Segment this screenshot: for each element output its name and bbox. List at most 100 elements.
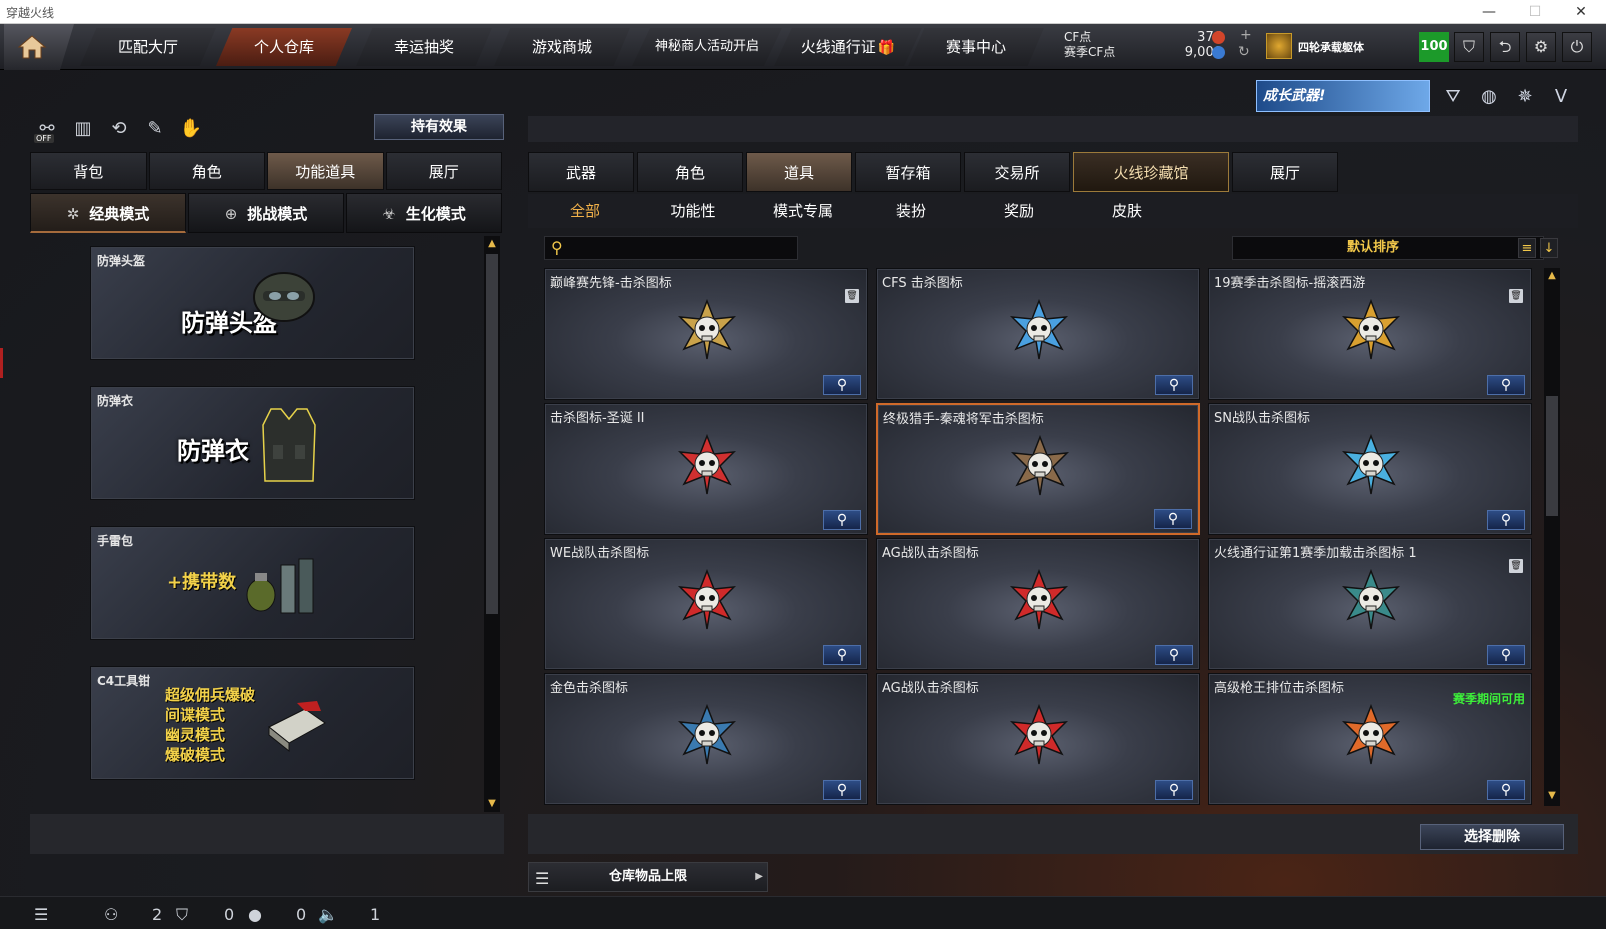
- scroll-thumb[interactable]: [1546, 396, 1558, 516]
- mode-tab-challenge[interactable]: ⊕ 挑战模式: [188, 193, 344, 233]
- trash-icon[interactable]: 🗑: [1509, 289, 1523, 303]
- history-icon[interactable]: ⟲: [106, 116, 132, 142]
- sort-direction-icon[interactable]: ↓: [1540, 238, 1558, 258]
- held-effects-button[interactable]: 持有效果: [374, 114, 504, 140]
- nav-tab-events[interactable]: 赛事中心: [908, 28, 1044, 66]
- mode-tab-zombie[interactable]: ☣ 生化模式: [346, 193, 502, 233]
- select-delete-button[interactable]: 选择删除: [1420, 824, 1564, 850]
- nav-tab-battle-pass[interactable]: 火线通行证 🎁: [774, 28, 922, 66]
- left-tab-bag[interactable]: 背包: [30, 152, 147, 190]
- clan-shield-icon[interactable]: ⛉: [176, 905, 188, 925]
- inv-tab-showroom[interactable]: 展厅: [1232, 152, 1338, 192]
- magnify-icon[interactable]: ⚲: [1155, 780, 1193, 800]
- minimize-icon[interactable]: —: [1466, 0, 1512, 24]
- right-scrollbar[interactable]: ▲ ▼: [1544, 268, 1560, 806]
- add-icon[interactable]: +: [1240, 27, 1252, 43]
- magnify-icon[interactable]: ⚲: [1155, 375, 1193, 395]
- maximize-icon[interactable]: ☐: [1512, 0, 1558, 24]
- filter-tab-skin[interactable]: 皮肤: [1082, 194, 1172, 228]
- clan-emblem-icon[interactable]: [1266, 33, 1292, 59]
- kill-icon-card[interactable]: SN战队击杀图标 ⚲: [1208, 403, 1532, 535]
- trash-icon[interactable]: 🗑: [845, 289, 859, 303]
- scroll-down-icon[interactable]: ▼: [1546, 790, 1558, 802]
- kill-icon-card[interactable]: WE战队击杀图标 ⚲: [544, 538, 868, 670]
- kill-icon-card[interactable]: 巅峰赛先锋-击杀图标 🗑 ⚲: [544, 268, 868, 400]
- mode-tab-classic[interactable]: ✲ 经典模式: [30, 193, 186, 233]
- search-input[interactable]: [573, 239, 793, 257]
- volume-icon[interactable]: 🔈: [318, 905, 338, 924]
- magnify-icon[interactable]: ⚲: [1487, 375, 1525, 395]
- power-icon[interactable]: ⏻: [1562, 32, 1592, 62]
- chat-icon[interactable]: ●: [248, 905, 262, 924]
- scroll-up-icon[interactable]: ▲: [1546, 270, 1558, 282]
- inv-tab-storage-box[interactable]: 暂存箱: [855, 152, 961, 192]
- left-tab-function-items[interactable]: 功能道具: [267, 152, 384, 190]
- nav-tab-lucky-draw[interactable]: 幸运抽奖: [356, 28, 492, 66]
- kill-icon-card[interactable]: AG战队击杀图标 ⚲: [876, 538, 1200, 670]
- nav-tab-mystery-merchant[interactable]: 神秘商人活动开启: [632, 28, 782, 66]
- gear-icon[interactable]: ⚙: [1526, 32, 1556, 62]
- inv-tab-weapons[interactable]: 武器: [528, 152, 634, 192]
- filter-tab-mode-exclusive[interactable]: 模式专属: [758, 194, 848, 228]
- left-tab-showroom[interactable]: 展厅: [385, 152, 502, 190]
- kill-icon-card[interactable]: 金色击杀图标 ⚲: [544, 673, 868, 805]
- nav-tab-shop[interactable]: 游戏商城: [494, 28, 630, 66]
- kill-icon-card[interactable]: 击杀图标-圣诞 II ⚲: [544, 403, 868, 535]
- wing-icon[interactable]: ✵: [1512, 84, 1538, 110]
- item-card-c4-pliers[interactable]: C4工具钳 超级佣兵爆破 间谍模式 幽灵模式 爆破模式: [90, 666, 415, 780]
- magnify-icon[interactable]: ⚲: [823, 645, 861, 665]
- inv-tab-items[interactable]: 道具: [746, 152, 852, 192]
- badge-icon[interactable]: ⛛: [1440, 84, 1466, 110]
- magnify-icon[interactable]: ⚲: [1155, 645, 1193, 665]
- level-badge[interactable]: 100: [1419, 32, 1449, 62]
- refresh-icon[interactable]: ↻: [1238, 44, 1250, 60]
- magnify-icon[interactable]: ⚲: [1487, 780, 1525, 800]
- left-scrollbar[interactable]: ▲ ▼: [484, 236, 500, 812]
- trash-icon[interactable]: 🗑: [1509, 559, 1523, 573]
- list-view-icon[interactable]: ≡: [1518, 238, 1536, 258]
- left-tab-character[interactable]: 角色: [148, 152, 265, 190]
- kill-icon-card[interactable]: AG战队击杀图标 ⚲: [876, 673, 1200, 805]
- filter-tab-functional[interactable]: 功能性: [648, 194, 738, 228]
- close-icon[interactable]: ✕: [1558, 0, 1604, 24]
- magnify-icon[interactable]: ⚲: [823, 510, 861, 530]
- scroll-thumb[interactable]: [486, 254, 498, 614]
- kill-icon-card[interactable]: 高级枪王排位击杀图标 赛季期间可用 ⚲: [1208, 673, 1532, 805]
- return-icon[interactable]: ⮌: [1490, 32, 1520, 62]
- scroll-down-icon[interactable]: ▼: [486, 798, 498, 810]
- item-card-helmet[interactable]: 防弹头盔 防弹头盔: [90, 246, 415, 360]
- inv-tab-exchange[interactable]: 交易所: [964, 152, 1070, 192]
- filter-tab-reward[interactable]: 奖励: [974, 194, 1064, 228]
- sort-dropdown[interactable]: 默认排序: [1232, 236, 1544, 260]
- item-card-vest[interactable]: 防弹衣 防弹衣: [90, 386, 415, 500]
- growth-weapon-banner[interactable]: 成长武器!: [1256, 80, 1430, 112]
- mode-tab-challenge-label: 挑战模式: [247, 205, 308, 223]
- grenade-icon[interactable]: ✋: [178, 116, 204, 142]
- item-card-grenade-pack[interactable]: 手雷包 +携带数: [90, 526, 415, 640]
- kill-icon-card[interactable]: 火线通行证第1赛季加载击杀图标 1 🗑 ⚲: [1208, 538, 1532, 670]
- kill-icon-card[interactable]: 19赛季击杀图标-摇滚西游 🗑 ⚲: [1208, 268, 1532, 400]
- stats-icon[interactable]: ▥: [70, 116, 96, 142]
- magnify-icon[interactable]: ⚲: [1487, 645, 1525, 665]
- kill-icon-card[interactable]: CFS 击杀图标 ⚲: [876, 268, 1200, 400]
- inv-tab-collection[interactable]: 火线珍藏馆: [1073, 152, 1229, 192]
- filter-tab-all[interactable]: 全部: [540, 194, 630, 228]
- nav-tab-inventory[interactable]: 个人仓库: [216, 28, 352, 66]
- capacity-limit-button[interactable]: ☰ 仓库物品上限 ▶: [528, 862, 768, 892]
- magnify-icon[interactable]: ⚲: [823, 780, 861, 800]
- nav-tab-match-hall[interactable]: 匹配大厅: [80, 28, 216, 66]
- home-button[interactable]: [4, 24, 74, 70]
- globe-icon[interactable]: ◍: [1476, 84, 1502, 110]
- magnify-icon[interactable]: ⚲: [1154, 509, 1192, 529]
- magnify-icon[interactable]: ⚲: [1487, 510, 1525, 530]
- inv-tab-characters[interactable]: 角色: [637, 152, 743, 192]
- kill-icon-card[interactable]: 终极猎手-秦魂将军击杀图标 ⚲: [876, 403, 1200, 535]
- paint-icon[interactable]: ✎: [142, 116, 168, 142]
- scroll-up-icon[interactable]: ▲: [486, 238, 498, 250]
- menu-list-icon[interactable]: ☰: [34, 905, 48, 924]
- magnify-icon[interactable]: ⚲: [823, 375, 861, 395]
- filter-tab-cosmetic[interactable]: 装扮: [866, 194, 956, 228]
- shield-icon[interactable]: ⛉: [1454, 32, 1484, 62]
- v-logo-icon[interactable]: V: [1548, 84, 1574, 110]
- friends-icon[interactable]: ⚇: [104, 905, 118, 924]
